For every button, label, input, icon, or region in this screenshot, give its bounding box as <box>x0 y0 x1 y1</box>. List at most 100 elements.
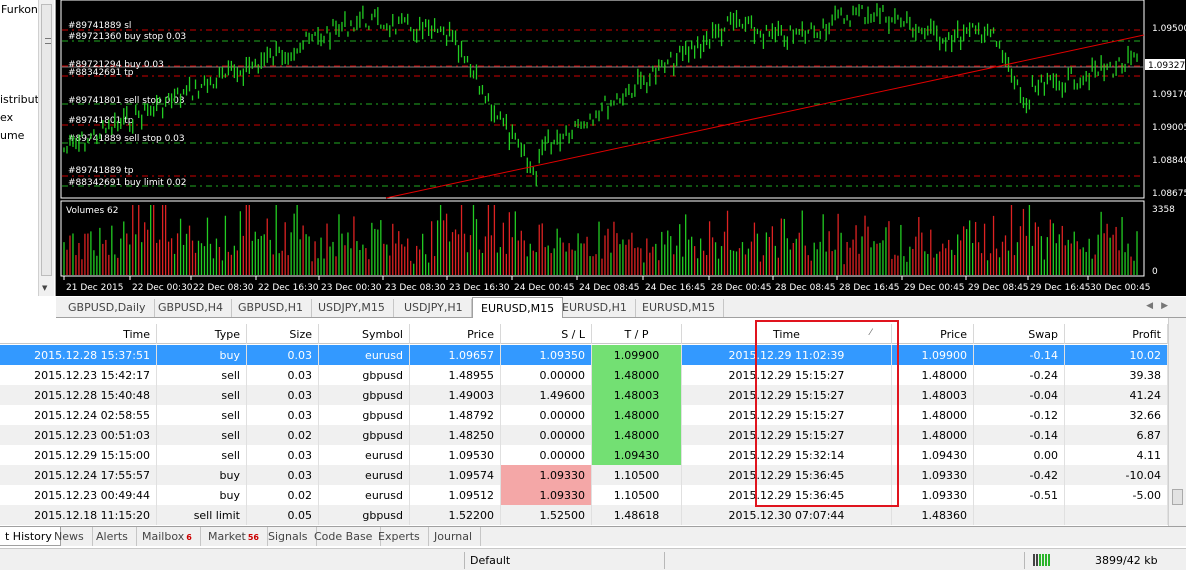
column-header[interactable]: Price <box>410 324 501 344</box>
table-row[interactable]: 2015.12.24 17:55:57 buy 0.03 eurusd 1.09574 1… <box>0 465 1168 485</box>
table-cell: 1.48000 <box>592 365 682 385</box>
terminal-tab[interactable]: Alerts <box>88 527 137 546</box>
scroll-thumb[interactable] <box>41 4 52 276</box>
chevron-down-icon[interactable]: ▼ <box>42 284 47 292</box>
current-price-label: 1.09327 <box>1148 61 1185 71</box>
terminal-tab[interactable]: Journal <box>426 527 482 546</box>
price-chart[interactable]: #89741889 sl #89721360 buy stop 0.03 #8972… <box>56 0 1186 296</box>
chart-tab[interactable]: EURUSD,M15 <box>472 297 564 318</box>
table-row[interactable]: 2015.12.28 15:37:51 buy 0.03 eurusd 1.09657 1… <box>0 345 1168 365</box>
table-cell: sell <box>157 385 247 405</box>
navigator-item[interactable]: Furkon <box>1 3 38 16</box>
column-header[interactable]: Time <box>0 324 157 344</box>
table-cell: 4.11 <box>1065 445 1168 465</box>
terminal-tab[interactable]: Market 56 <box>200 527 268 546</box>
table-cell: sell limit <box>157 505 247 525</box>
table-row[interactable]: 2015.12.23 00:49:44 buy 0.02 eurusd 1.09512 1… <box>0 485 1168 505</box>
table-row[interactable]: 2015.12.18 11:15:20 sell limit 0.05 gbpusd 1… <box>0 505 1168 525</box>
terminal-tabs: t History News Alerts Mailbox 6 Market 56 Signa… <box>0 526 1186 546</box>
chart-tab[interactable]: GBPUSD,H4 <box>150 299 232 317</box>
chart-tabs: ◀▶ GBPUSD,Daily GBPUSD,H4 GBPUSD,H1 USDJPY,… <box>56 297 1186 318</box>
column-header[interactable]: Type <box>157 324 247 344</box>
table-cell: 1.09330 <box>501 465 592 485</box>
count-badge: 56 <box>247 533 259 542</box>
navigator-item[interactable]: istribut <box>0 93 39 106</box>
column-header[interactable]: Swap <box>974 324 1065 344</box>
table-cell: 1.09350 <box>501 345 592 365</box>
column-header[interactable]: S / L <box>501 324 592 344</box>
chart-tab[interactable]: USDJPY,H1 <box>396 299 472 317</box>
chart-tab[interactable]: EURUSD,H1 <box>554 299 636 317</box>
time-axis-label: 29 Dec 00:45 <box>904 283 965 293</box>
order-label: #89741889 sl <box>68 21 131 31</box>
column-header[interactable]: Symbol <box>319 324 410 344</box>
order-label: #89741801 sell stop 0.03 <box>68 96 185 106</box>
order-label: #88342691 buy limit 0.02 <box>68 178 187 188</box>
table-cell: 1.52500 <box>501 505 592 525</box>
table-scrollbar[interactable] <box>1168 318 1186 526</box>
table-cell: -0.14 <box>974 425 1065 445</box>
table-cell <box>974 505 1065 525</box>
table-row[interactable]: 2015.12.24 02:58:55 sell 0.03 gbpusd 1.48792… <box>0 405 1168 425</box>
chart-tab[interactable]: GBPUSD,H1 <box>230 299 312 317</box>
table-cell: 1.09900 <box>892 345 974 365</box>
chart-tab[interactable]: USDJPY,M15 <box>310 299 394 317</box>
navigator-scrollbar[interactable]: ▼ <box>38 0 54 296</box>
table-cell: 1.09512 <box>410 485 501 505</box>
tab-scroll-arrows-icon[interactable]: ◀▶ <box>1146 301 1176 311</box>
table-row[interactable]: 2015.12.29 15:15:00 sell 0.03 eurusd 1.09530… <box>0 445 1168 465</box>
time-axis-label: 24 Dec 00:45 <box>514 283 575 293</box>
time-axis-label: 24 Dec 08:45 <box>579 283 640 293</box>
terminal-tab-label: Mailbox <box>142 530 185 543</box>
column-header[interactable]: Size <box>247 324 319 344</box>
chart-tab[interactable]: EURUSD,M15 <box>634 299 725 317</box>
profile-name[interactable]: Default <box>464 552 664 569</box>
table-cell: 1.48003 <box>592 385 682 405</box>
navigator-item[interactable]: ex <box>0 111 13 124</box>
table-cell: 0.03 <box>247 365 319 385</box>
table-cell: eurusd <box>319 445 410 465</box>
table-cell: 0.03 <box>247 345 319 365</box>
status-bar: Default 3899/42 kb <box>0 548 1186 570</box>
table-row[interactable]: 2015.12.28 15:40:48 sell 0.03 gbpusd 1.49003… <box>0 385 1168 405</box>
table-cell: 1.48955 <box>410 365 501 385</box>
scroll-thumb[interactable] <box>1172 489 1183 505</box>
table-cell <box>1065 505 1168 525</box>
trend-line[interactable] <box>385 34 1145 199</box>
traffic-indicator: 3899/42 kb <box>1095 554 1158 567</box>
table-cell: 1.48250 <box>410 425 501 445</box>
time-axis-label: 28 Dec 08:45 <box>775 283 836 293</box>
order-label: #89741889 tp <box>68 166 134 176</box>
terminal-tab[interactable]: Mailbox 6 <box>134 527 201 546</box>
price-axis-label: 1.09500 <box>1152 24 1186 34</box>
table-cell: 1.09430 <box>892 445 974 465</box>
connection-status-icon[interactable] <box>1033 554 1055 566</box>
table-cell: -0.12 <box>974 405 1065 425</box>
column-header[interactable]: Price <box>892 324 974 344</box>
volume-axis-label: 3358 <box>1152 205 1175 215</box>
table-row[interactable]: 2015.12.23 15:42:17 sell 0.03 gbpusd 1.48955… <box>0 365 1168 385</box>
navigator-panel: Furkon istribut ex ume ▼ <box>0 0 56 296</box>
time-axis-label: 29 Dec 16:45 <box>1030 283 1091 293</box>
column-header[interactable]: T / P <box>592 324 682 344</box>
table-header: Time Type Size Symbol Price S / LT / P Time Pri… <box>0 324 1168 344</box>
terminal-tab-label: News <box>54 530 84 543</box>
chart-tab[interactable]: GBPUSD,Daily <box>60 299 155 317</box>
navigator-item[interactable]: ume <box>0 129 24 142</box>
terminal-tab-label: Market <box>208 530 246 543</box>
table-cell: gbpusd <box>319 425 410 445</box>
terminal-tab[interactable]: Experts <box>370 527 429 546</box>
table-cell: 1.10500 <box>592 465 682 485</box>
table-cell: buy <box>157 345 247 365</box>
table-row[interactable]: 2015.12.23 00:51:03 sell 0.02 gbpusd 1.48250… <box>0 425 1168 445</box>
price-axis-label: 1.08675 <box>1152 189 1186 199</box>
column-header[interactable]: Profit <box>1065 324 1168 344</box>
table-cell: buy <box>157 485 247 505</box>
table-cell: -0.04 <box>974 385 1065 405</box>
terminal-tab[interactable]: News <box>46 527 93 546</box>
table-cell: 1.48000 <box>592 405 682 425</box>
table-cell: 0.00000 <box>501 425 592 445</box>
table-cell: 1.52200 <box>410 505 501 525</box>
volume-axis-label: 0 <box>1152 267 1158 277</box>
table-cell: eurusd <box>319 345 410 365</box>
